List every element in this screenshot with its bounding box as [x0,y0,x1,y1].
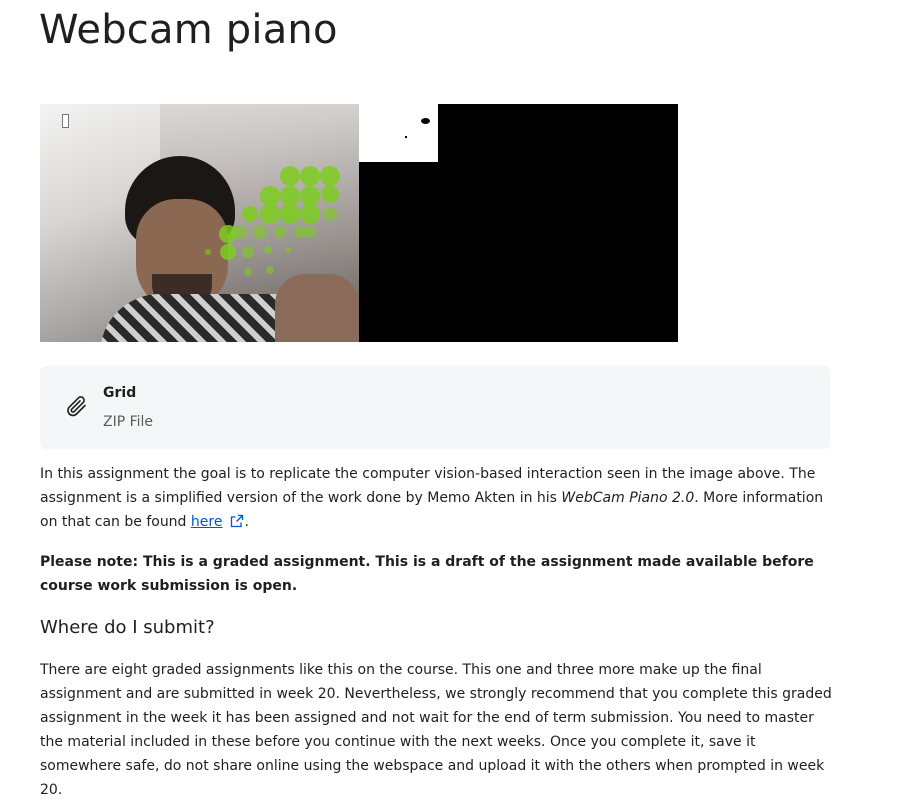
grid-dot [242,206,258,222]
grid-dot [274,226,286,238]
file-name[interactable]: Grid [103,385,136,401]
grid-dot [300,186,320,206]
work-title: WebCam Piano 2.0 [561,490,695,506]
webcam-feed [40,104,359,342]
grid-dot [219,225,237,243]
grid-dot [242,246,254,258]
graded-note: Please note: This is a graded assignment… [40,554,814,594]
file-attachment[interactable]: Grid ZIP File [40,366,830,449]
paperclip-icon [67,396,86,417]
intro-paragraph: In this assignment the goal is to replic… [40,466,824,530]
grid-dot [205,249,211,255]
grid-dot [323,207,337,221]
external-link-icon[interactable] [230,514,244,528]
grid-dot [266,266,274,274]
grid-dot [220,244,236,260]
grid-overlay [205,166,340,276]
grid-dot [244,268,252,276]
grid-dot [253,225,267,239]
assignment-image [40,104,678,342]
grid-dot [321,185,339,203]
motion-mask [359,104,678,342]
grid-dot [260,186,280,206]
grid-dot [300,204,320,224]
grid-dot [280,166,300,186]
grid-dot [320,166,340,186]
page-title: Webcam piano [39,7,338,53]
here-link[interactable]: here [191,514,223,530]
grid-dot [300,166,320,186]
grid-dot [260,204,280,224]
submit-heading: Where do I submit? [40,617,215,638]
submit-paragraph: There are eight graded assignments like … [40,662,832,798]
grid-dot [304,226,316,238]
page: Webcam piano Grid ZIP File In this assig… [0,0,900,798]
grid-dot [264,246,272,254]
file-type: ZIP File [103,414,154,430]
grid-dot [285,247,291,253]
grid-dot [280,186,300,206]
grid-dot [280,204,300,224]
